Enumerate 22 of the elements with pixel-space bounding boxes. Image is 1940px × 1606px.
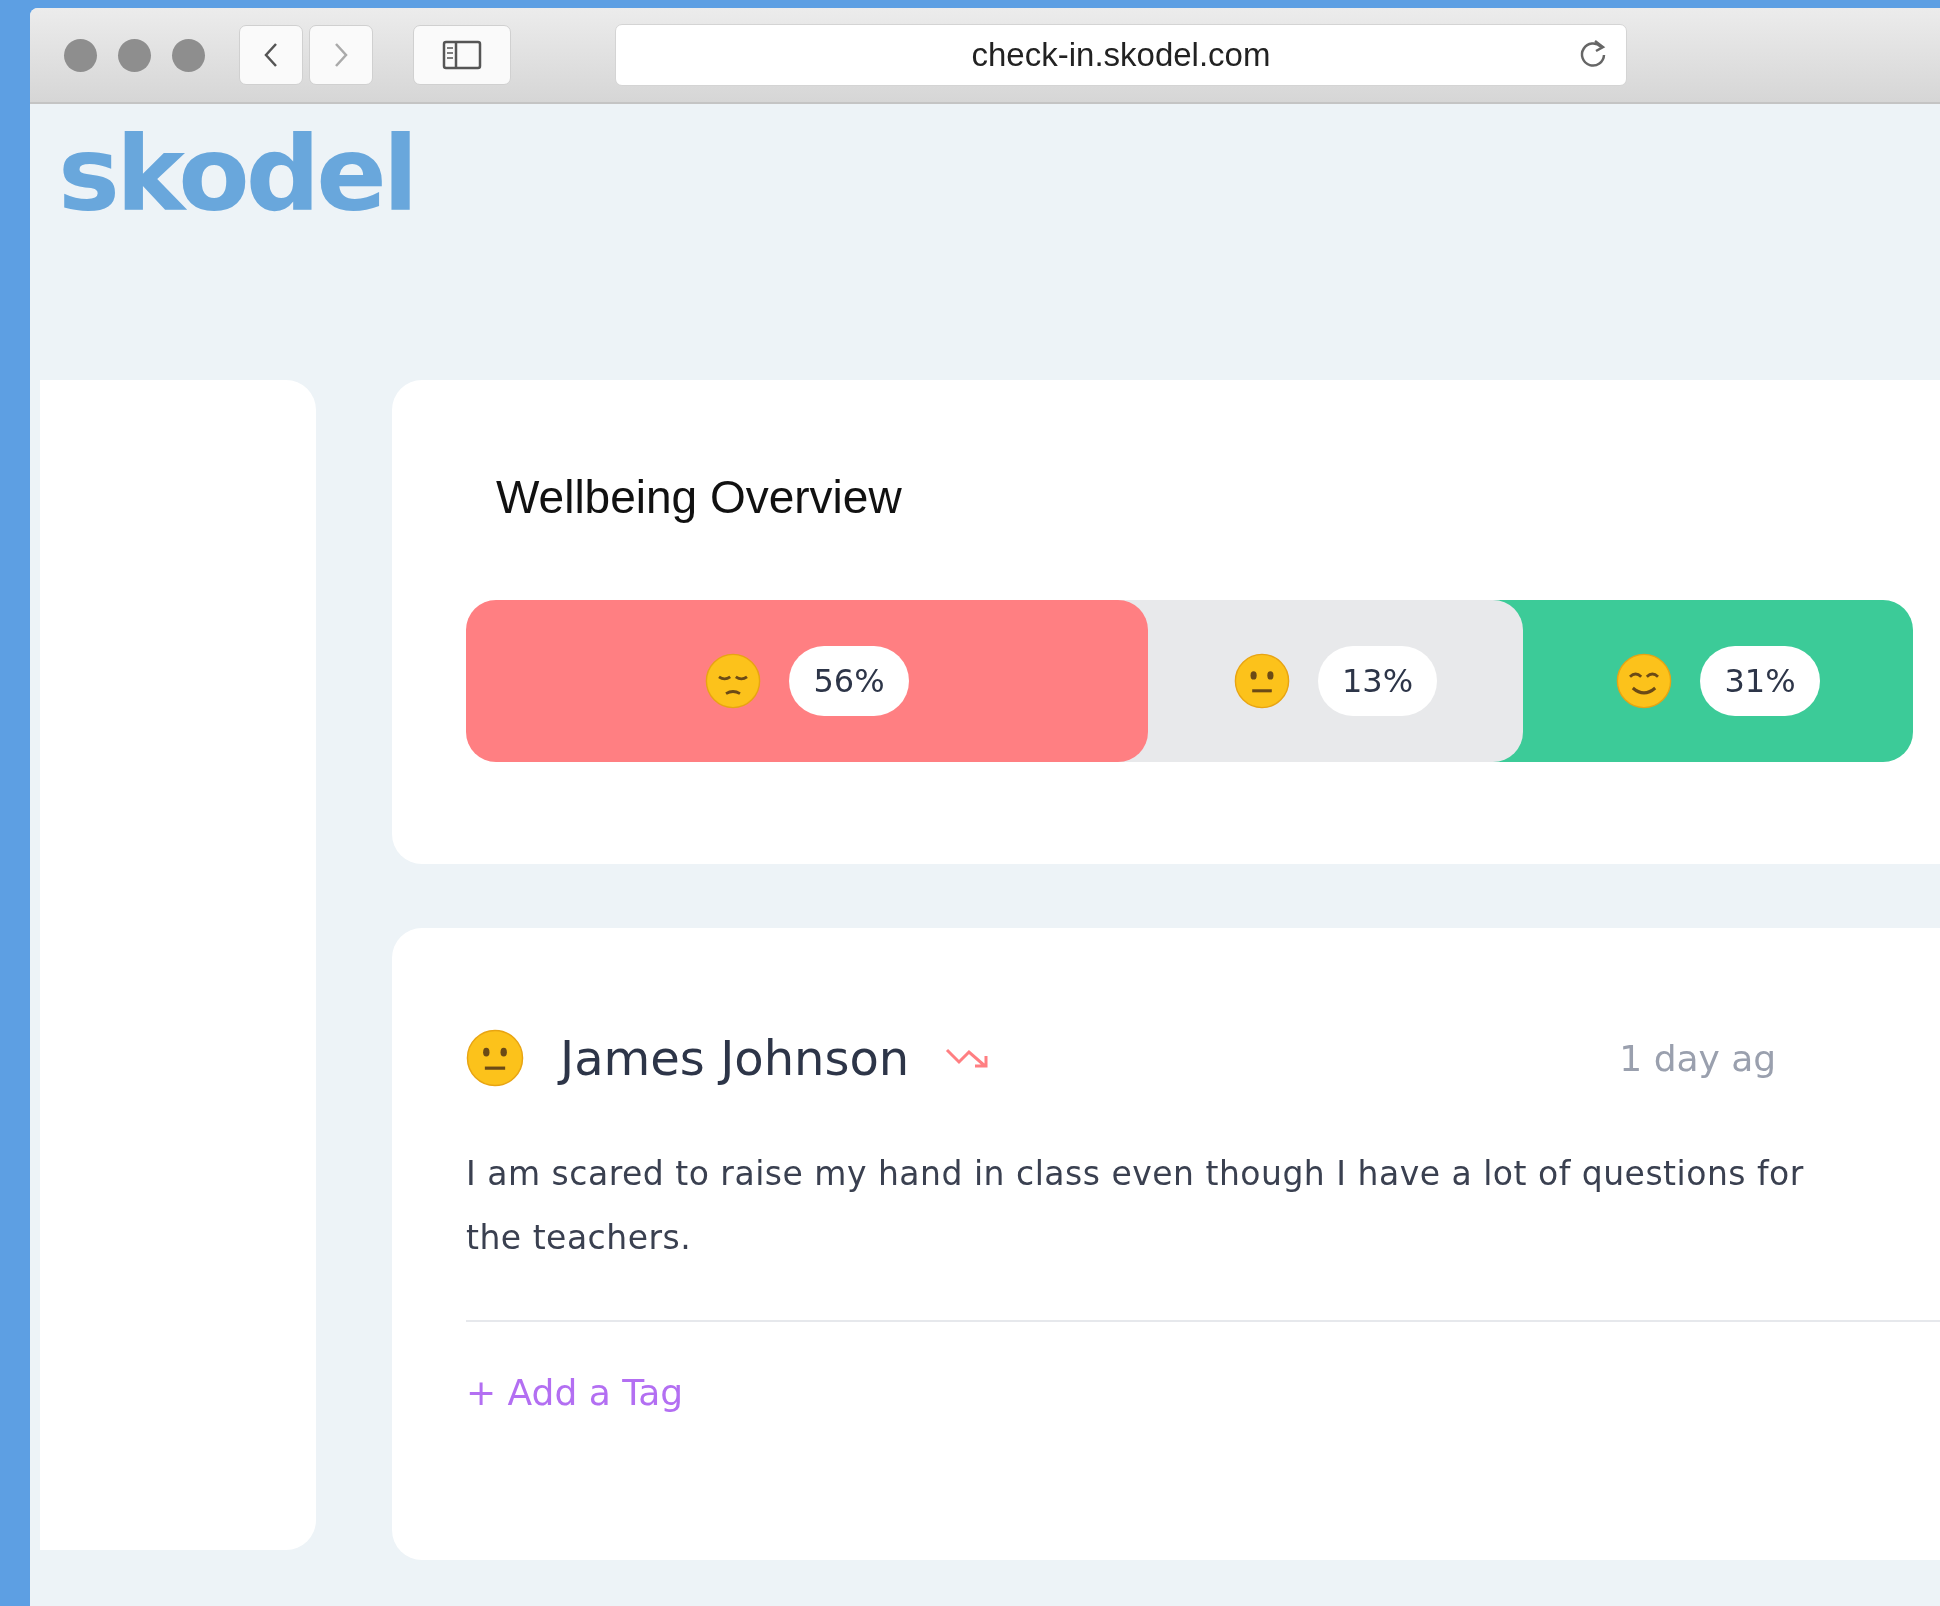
check-in-message: I am scared to raise my hand in class even though I have a lot of questions for the teachers. (466, 1153, 1805, 1259)
sidebar-toggle-button[interactable] (413, 25, 511, 85)
zoom-window-button[interactable] (172, 38, 205, 72)
chevron-right-icon (332, 41, 350, 69)
logo: skodel (57, 112, 416, 237)
url-text: check-in.skodel.com (971, 36, 1271, 74)
card-title: Wellbeing Overview (496, 470, 903, 524)
forward-button[interactable] (309, 25, 373, 85)
minimize-window-button[interactable] (118, 38, 151, 72)
percent-label: 56% (789, 646, 909, 716)
percent-label: 13% (1317, 646, 1438, 716)
sad-face-icon (705, 653, 762, 709)
address-bar[interactable]: check-in.skodel.com (615, 24, 1627, 86)
timestamp: 1 day ag (1619, 1037, 1777, 1079)
close-window-button[interactable] (64, 38, 97, 72)
percent-label: 31% (1700, 646, 1820, 716)
chevron-left-icon (262, 41, 280, 69)
back-button[interactable] (239, 25, 303, 85)
neutral-face-icon (1233, 653, 1290, 709)
sidebar-icon (442, 40, 482, 70)
neutral-face-icon (466, 1029, 524, 1087)
smiling-face-icon (1616, 653, 1673, 709)
